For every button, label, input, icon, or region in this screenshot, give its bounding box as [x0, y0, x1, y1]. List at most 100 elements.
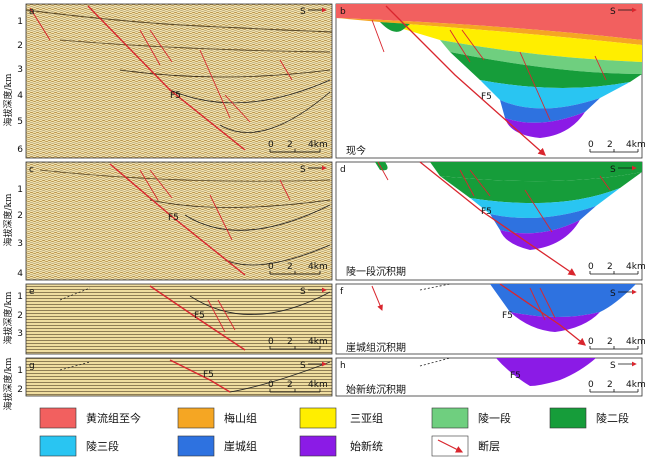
- legend-label-4: 陵一段: [478, 411, 511, 425]
- svg-text:2: 2: [287, 380, 293, 390]
- svg-text:S: S: [610, 7, 616, 17]
- y-axis-label-c: 海拔深度/km: [2, 193, 14, 246]
- panel-letter-d: d: [340, 165, 346, 175]
- svg-text:0: 0: [268, 140, 274, 150]
- panel-h: h F5 始新统沉积期 S 0 2 4km: [335, 357, 646, 397]
- panel-letter-a: a: [29, 7, 35, 17]
- legend-label-8: 始新统: [350, 439, 383, 453]
- tick-e-1: 1: [17, 292, 23, 302]
- svg-text:4km: 4km: [626, 337, 646, 347]
- tick-g-2: 2: [17, 385, 23, 395]
- svg-text:0: 0: [268, 337, 274, 347]
- svg-text:4km: 4km: [308, 262, 328, 272]
- panel-a: a F5 S 0 2 4km: [25, 3, 333, 159]
- legend-item-1: 黄流组至今: [39, 407, 141, 429]
- tick-c-2: 2: [17, 211, 23, 221]
- tick-a-4: 4: [17, 91, 23, 101]
- y-axis-label-e: 海拔深度/km: [2, 291, 14, 344]
- svg-text:0: 0: [588, 262, 594, 272]
- svg-text:2: 2: [287, 337, 293, 347]
- legend-item-7: 崖城组: [177, 435, 257, 457]
- svg-text:2: 2: [607, 262, 613, 272]
- caption-b: 现今: [346, 144, 366, 157]
- panel-letter-b: b: [340, 7, 346, 17]
- legend-label-6: 陵三段: [86, 439, 119, 453]
- panel-b: b F5 现今 S 0 2 4km: [335, 3, 646, 159]
- panel-letter-g: g: [29, 361, 35, 371]
- tick-a-6: 6: [17, 145, 23, 155]
- legend-item-6: 陵三段: [39, 435, 119, 457]
- svg-text:0: 0: [588, 140, 594, 150]
- legend-item-9: 断层: [431, 435, 500, 457]
- fault-label-c: F5: [168, 213, 179, 223]
- svg-text:S: S: [300, 165, 306, 175]
- svg-text:S: S: [300, 361, 306, 371]
- legend-item-5: 陵二段: [549, 407, 629, 429]
- tick-a-3: 3: [17, 65, 23, 75]
- svg-text:2: 2: [607, 337, 613, 347]
- figure-root: 海拔深度/km 海拔深度/km 海拔深度/km 海拔深度/km 1 2 3 4 …: [2, 3, 646, 457]
- legend-label-7: 崖城组: [224, 439, 257, 453]
- fault-label-e: F5: [194, 311, 205, 321]
- caption-h: 始新统沉积期: [346, 383, 406, 396]
- legend-item-2: 梅山组: [177, 407, 257, 429]
- svg-text:4km: 4km: [626, 380, 646, 390]
- svg-text:0: 0: [588, 337, 594, 347]
- svg-text:S: S: [610, 361, 616, 371]
- fault-label-a: F5: [170, 91, 181, 101]
- caption-f: 崖城组沉积期: [346, 341, 406, 354]
- panel-g: g F5 S 0 2 4km: [25, 357, 333, 397]
- legend-label-5: 陵二段: [596, 411, 629, 425]
- svg-text:4km: 4km: [626, 262, 646, 272]
- svg-text:0: 0: [268, 262, 274, 272]
- tick-a-1: 1: [17, 17, 23, 27]
- svg-text:2: 2: [607, 140, 613, 150]
- seismic-section-g: [25, 357, 333, 397]
- y-axis-label-g: 海拔深度/km: [2, 357, 14, 410]
- legend-swatch-3: [299, 407, 337, 429]
- fault-label-d: F5: [481, 207, 492, 217]
- legend-swatch-1: [39, 407, 77, 429]
- legend-swatch-2: [177, 407, 215, 429]
- tick-c-1: 1: [17, 185, 23, 195]
- fault-label-b: F5: [481, 92, 492, 102]
- fault-label-h: F5: [510, 371, 521, 381]
- svg-text:2: 2: [607, 380, 613, 390]
- y-axis: 海拔深度/km 海拔深度/km 海拔深度/km 海拔深度/km 1 2 3 4 …: [2, 17, 23, 411]
- fault-label-f: F5: [502, 311, 513, 321]
- svg-text:0: 0: [268, 380, 274, 390]
- legend-label-3: 三亚组: [350, 411, 383, 425]
- tick-a-5: 5: [17, 117, 23, 127]
- svg-text:4km: 4km: [308, 380, 328, 390]
- legend-label-1: 黄流组至今: [86, 411, 141, 425]
- legend-label-9: 断层: [478, 439, 500, 453]
- legend: 黄流组至今 梅山组 三亚组 陵一段 陵二段 陵三段 崖城组 始新统 断层: [39, 407, 629, 457]
- seismic-section-a: [25, 3, 333, 159]
- svg-text:2: 2: [287, 262, 293, 272]
- legend-item-4: 陵一段: [431, 407, 511, 429]
- tick-e-2: 2: [17, 311, 23, 321]
- legend-swatch-5: [549, 407, 587, 429]
- panel-c: c F5 S 0 2 4km: [25, 161, 333, 281]
- panel-letter-h: h: [340, 361, 346, 371]
- tick-g-1: 1: [17, 366, 23, 376]
- legend-item-8: 始新统: [299, 435, 383, 457]
- tick-e-3: 3: [17, 329, 23, 339]
- panel-e: e F5 S 0 2 4km: [25, 283, 333, 355]
- tick-c-4: 4: [17, 269, 23, 279]
- svg-text:S: S: [610, 165, 616, 175]
- legend-swatch-6: [39, 435, 77, 457]
- panel-f: f F5 崖城组沉积期 S 0 2 4km: [335, 283, 646, 355]
- legend-swatch-8: [299, 435, 337, 457]
- caption-d: 陵一段沉积期: [346, 265, 406, 278]
- svg-text:0: 0: [588, 380, 594, 390]
- y-axis-label-a: 海拔深度/km: [2, 73, 14, 126]
- svg-text:S: S: [610, 289, 616, 299]
- panel-letter-c: c: [29, 165, 34, 175]
- panel-letter-e: e: [29, 287, 35, 297]
- svg-text:S: S: [300, 287, 306, 297]
- svg-text:4km: 4km: [308, 337, 328, 347]
- svg-text:S: S: [300, 7, 306, 17]
- fault-label-g: F5: [203, 370, 214, 380]
- legend-swatch-4: [431, 407, 469, 429]
